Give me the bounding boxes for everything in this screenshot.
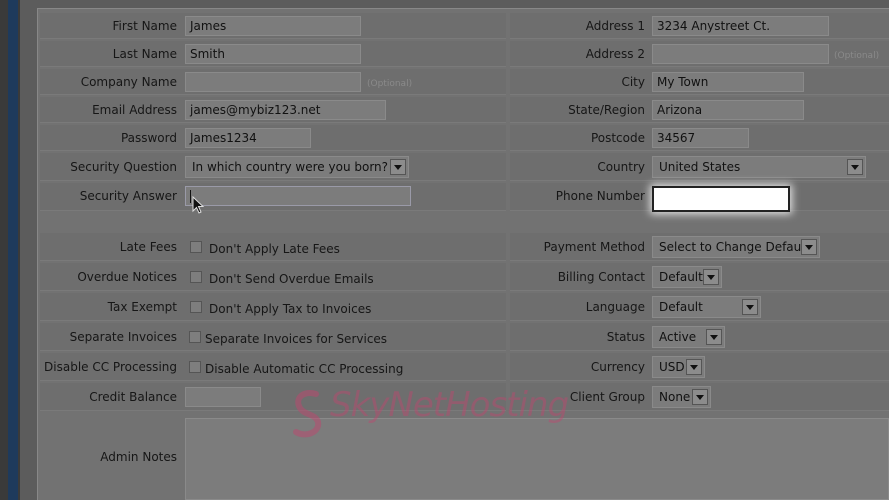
tax-exempt-checkbox[interactable]	[190, 301, 202, 313]
security-answer-label: Security Answer	[79, 189, 177, 203]
phone-label: Phone Number	[555, 189, 645, 203]
country-select[interactable]: United States	[652, 156, 866, 178]
chevron-down-icon[interactable]	[390, 159, 406, 175]
tax-exempt-option: Don't Apply Tax to Invoices	[209, 302, 372, 316]
security-answer-input[interactable]	[185, 186, 411, 206]
currency-value: USD	[659, 360, 685, 374]
billing-contact-value: Default	[659, 270, 703, 284]
language-select[interactable]: Default	[652, 296, 761, 318]
currency-label: Currency	[590, 360, 645, 374]
payment-method-select[interactable]: Select to Change Default	[652, 236, 820, 258]
first-name-input[interactable]: James	[185, 16, 361, 36]
status-label: Status	[606, 330, 645, 344]
security-question-select[interactable]: In which country were you born?	[185, 156, 409, 178]
company-name-input[interactable]	[185, 72, 361, 92]
email-input[interactable]: james@mybiz123.net	[185, 100, 386, 120]
city-label: City	[621, 75, 645, 89]
email-label: Email Address	[92, 103, 177, 117]
separate-invoices-option: Separate Invoices for Services	[205, 332, 388, 346]
chevron-down-icon[interactable]	[801, 239, 817, 255]
security-question-value: In which country were you born?	[192, 160, 389, 174]
left-edge-bar	[0, 0, 20, 500]
postcode-label: Postcode	[590, 131, 645, 145]
client-group-label: Client Group	[569, 390, 645, 404]
billing-contact-select[interactable]: Default	[652, 266, 722, 288]
client-group-select[interactable]: None	[652, 386, 711, 408]
password-label: Password	[120, 131, 177, 145]
address2-label: Address 2	[585, 47, 645, 61]
credit-balance-input[interactable]	[185, 387, 261, 407]
state-input[interactable]: Arizona	[652, 100, 804, 120]
late-fees-option: Don't Apply Late Fees	[209, 242, 340, 256]
left-edge-stripe	[8, 0, 18, 500]
language-value: Default	[659, 300, 703, 314]
postcode-input[interactable]: 34567	[652, 128, 749, 148]
address1-label: Address 1	[585, 19, 645, 33]
company-name-label: Company Name	[80, 75, 177, 89]
watermark-logo-icon	[293, 390, 322, 438]
disable-cc-checkbox[interactable]	[189, 361, 201, 373]
watermark-text: SkyNetHosting	[330, 385, 569, 425]
tax-exempt-label: Tax Exempt	[107, 300, 177, 314]
payment-method-value: Select to Change Default	[659, 240, 810, 254]
last-name-label: Last Name	[112, 47, 177, 61]
payment-method-label: Payment Method	[543, 240, 645, 254]
password-input[interactable]: James1234	[185, 128, 311, 148]
address2-input[interactable]	[652, 44, 829, 64]
text-caret	[190, 190, 191, 203]
status-value: Active	[659, 330, 697, 344]
late-fees-label: Late Fees	[119, 240, 177, 254]
mouse-cursor-icon	[192, 196, 205, 214]
separate-invoices-checkbox[interactable]	[189, 331, 201, 343]
language-label: Language	[585, 300, 645, 314]
chevron-down-icon[interactable]	[706, 329, 722, 345]
late-fees-checkbox[interactable]	[190, 241, 202, 253]
country-label: Country	[597, 160, 645, 174]
company-optional-hint: (Optional)	[367, 79, 413, 89]
chevron-down-icon[interactable]	[692, 389, 708, 405]
address2-optional-hint: (Optional)	[834, 51, 880, 61]
client-group-value: None	[659, 390, 691, 404]
credit-balance-label: Credit Balance	[89, 390, 177, 404]
state-label: State/Region	[568, 103, 645, 117]
overdue-notices-checkbox[interactable]	[190, 271, 202, 283]
admin-notes-label: Admin Notes	[100, 450, 177, 464]
chevron-down-icon[interactable]	[686, 359, 702, 375]
security-question-label: Security Question	[70, 160, 177, 174]
disable-cc-option: Disable Automatic CC Processing	[205, 362, 404, 376]
separate-invoices-label: Separate Invoices	[69, 330, 177, 344]
billing-contact-label: Billing Contact	[557, 270, 645, 284]
overdue-notices-label: Overdue Notices	[77, 270, 177, 284]
chevron-down-icon[interactable]	[703, 269, 719, 285]
chevron-down-icon[interactable]	[742, 299, 758, 315]
last-name-input[interactable]: Smith	[185, 44, 361, 64]
country-value: United States	[659, 160, 741, 174]
phone-input[interactable]	[652, 186, 790, 212]
status-select[interactable]: Active	[652, 326, 725, 348]
currency-select[interactable]: USD	[652, 356, 705, 378]
disable-cc-label: Disable CC Processing	[44, 360, 177, 374]
first-name-label: First Name	[112, 19, 177, 33]
address1-input[interactable]: 3234 Anystreet Ct.	[652, 16, 829, 36]
overdue-notices-option: Don't Send Overdue Emails	[209, 272, 374, 286]
chevron-down-icon[interactable]	[847, 159, 863, 175]
city-input[interactable]: My Town	[652, 72, 804, 92]
